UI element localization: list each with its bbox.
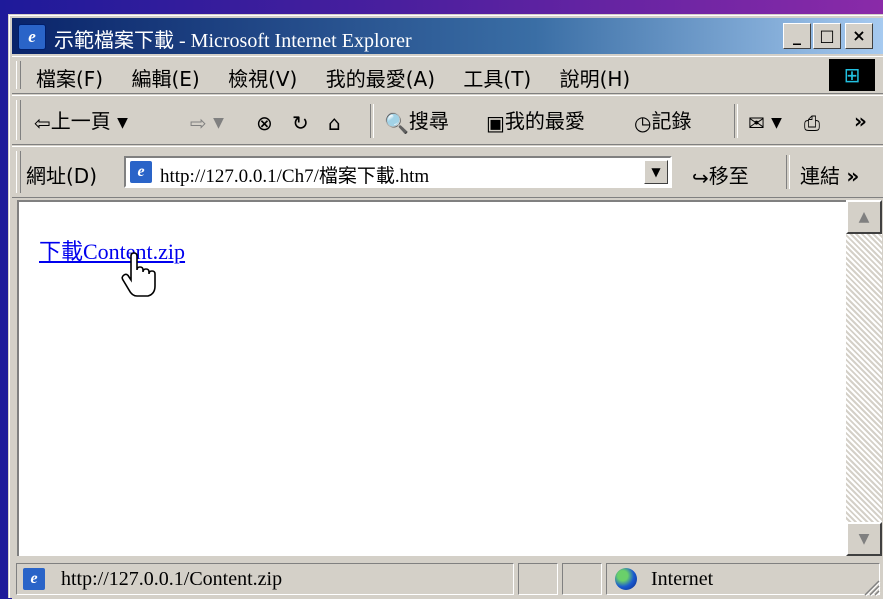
address-label: 網址(D) [26, 164, 98, 188]
minimize-button[interactable]: _ [783, 23, 811, 49]
toolbar-separator [370, 104, 374, 138]
windows-logo-icon: ⊞ [829, 59, 875, 91]
download-link[interactable]: 下載Content.zip [39, 234, 185, 266]
go-button[interactable]: ↪移至 [692, 160, 749, 193]
status-ie-icon: e [23, 568, 45, 590]
internet-globe-icon [615, 568, 637, 590]
refresh-button[interactable]: ↻ [292, 106, 309, 136]
hand-cursor-icon [121, 252, 156, 297]
menu-bar: 檔案(F) 編輯(E) 檢視(V) 我的最愛(A) 工具(T) 說明(H) ⊞ [12, 56, 883, 94]
address-bar: 網址(D) e http://127.0.0.1/Ch7/檔案下載.htm ▼ … [12, 146, 883, 198]
menu-file[interactable]: 檔案(F) [36, 67, 103, 91]
print-button[interactable]: ⎙ [804, 106, 820, 136]
forward-dropdown-icon[interactable]: ▼ [213, 108, 224, 138]
menu-favorites[interactable]: 我的最愛(A) [326, 67, 435, 91]
toolbar-separator [734, 104, 738, 138]
print-icon: ⎙ [804, 110, 820, 135]
stop-icon: ⊗ [256, 110, 273, 135]
vertical-scrollbar[interactable]: ▲ ▼ [846, 200, 882, 556]
forward-button[interactable]: ⇨ ▼ [190, 106, 224, 136]
window-title: 示範檔案下載 - Microsoft Internet Explorer [54, 30, 412, 52]
status-zone: Internet [651, 568, 714, 590]
browser-window: e 示範檔案下載 - Microsoft Internet Explorer _… [8, 14, 883, 599]
menu-view[interactable]: 檢視(V) [228, 67, 297, 91]
home-button[interactable]: ⌂ [328, 106, 341, 136]
favorites-button[interactable]: ▣我的最愛 [486, 106, 585, 136]
back-arrow-icon: ⇦ [34, 110, 51, 135]
standard-toolbar: ⇦上一頁 ▼ ⇨ ▼ ⊗ ↻ ⌂ 🔍搜尋 ▣我的最愛 ◷記錄 ✉ ▼ ⎙ » [12, 95, 883, 145]
menu-tools[interactable]: 工具(T) [463, 67, 531, 91]
back-dropdown-icon[interactable]: ▼ [117, 108, 128, 138]
status-pane-progress [518, 563, 558, 595]
history-label: 記錄 [651, 109, 692, 133]
search-button[interactable]: 🔍搜尋 [384, 106, 449, 136]
status-pane-security [562, 563, 602, 595]
toolbar-grip[interactable] [16, 100, 21, 140]
menu-edit[interactable]: 編輯(E) [131, 67, 199, 91]
links-label: 連結 [800, 164, 840, 188]
mail-icon: ✉ [748, 110, 765, 135]
menu-help[interactable]: 說明(H) [560, 67, 631, 91]
favorites-label: 我的最愛 [504, 109, 585, 133]
addressbar-separator [786, 155, 790, 189]
status-zone-pane: Internet [606, 563, 880, 595]
close-button[interactable]: × [845, 23, 873, 49]
home-icon: ⌂ [328, 110, 341, 135]
addressbar-grip[interactable] [16, 151, 21, 193]
page-content: 下載Content.zip [17, 200, 846, 556]
resize-grip-icon[interactable] [861, 577, 881, 597]
toolbar-more-button[interactable]: » [854, 106, 867, 136]
search-icon: 🔍 [384, 110, 409, 135]
mail-button[interactable]: ✉ ▼ [748, 106, 782, 136]
scroll-down-button[interactable]: ▼ [846, 522, 882, 556]
scroll-up-button[interactable]: ▲ [846, 200, 882, 234]
links-more: » [846, 164, 860, 188]
go-label: 移至 [708, 164, 749, 188]
mail-dropdown-icon[interactable]: ▼ [771, 108, 782, 138]
go-arrow-icon: ↪ [692, 165, 709, 190]
stop-button[interactable]: ⊗ [256, 106, 273, 136]
maximize-button[interactable]: □ [813, 23, 841, 49]
refresh-icon: ↻ [292, 110, 309, 135]
back-label: 上一頁 [50, 109, 111, 133]
menubar-grip[interactable] [16, 61, 21, 89]
ie-app-icon[interactable]: e [18, 24, 46, 50]
back-button[interactable]: ⇦上一頁 ▼ [34, 106, 128, 136]
title-bar[interactable]: e 示範檔案下載 - Microsoft Internet Explorer _… [12, 18, 883, 54]
history-icon: ◷ [634, 110, 652, 135]
favorites-icon: ▣ [486, 110, 505, 135]
forward-arrow-icon: ⇨ [190, 110, 207, 135]
history-button[interactable]: ◷記錄 [634, 106, 691, 136]
address-url[interactable]: http://127.0.0.1/Ch7/檔案下載.htm [160, 161, 429, 188]
search-label: 搜尋 [408, 109, 449, 133]
status-text-pane: e http://127.0.0.1/Content.zip [16, 563, 514, 595]
status-text: http://127.0.0.1/Content.zip [61, 568, 283, 590]
address-input[interactable]: e http://127.0.0.1/Ch7/檔案下載.htm ▼ [124, 156, 672, 188]
page-ie-icon: e [130, 161, 152, 183]
address-dropdown-button[interactable]: ▼ [644, 160, 668, 184]
status-bar: e http://127.0.0.1/Content.zip Internet [12, 559, 883, 599]
links-button[interactable]: 連結 » [800, 160, 859, 189]
